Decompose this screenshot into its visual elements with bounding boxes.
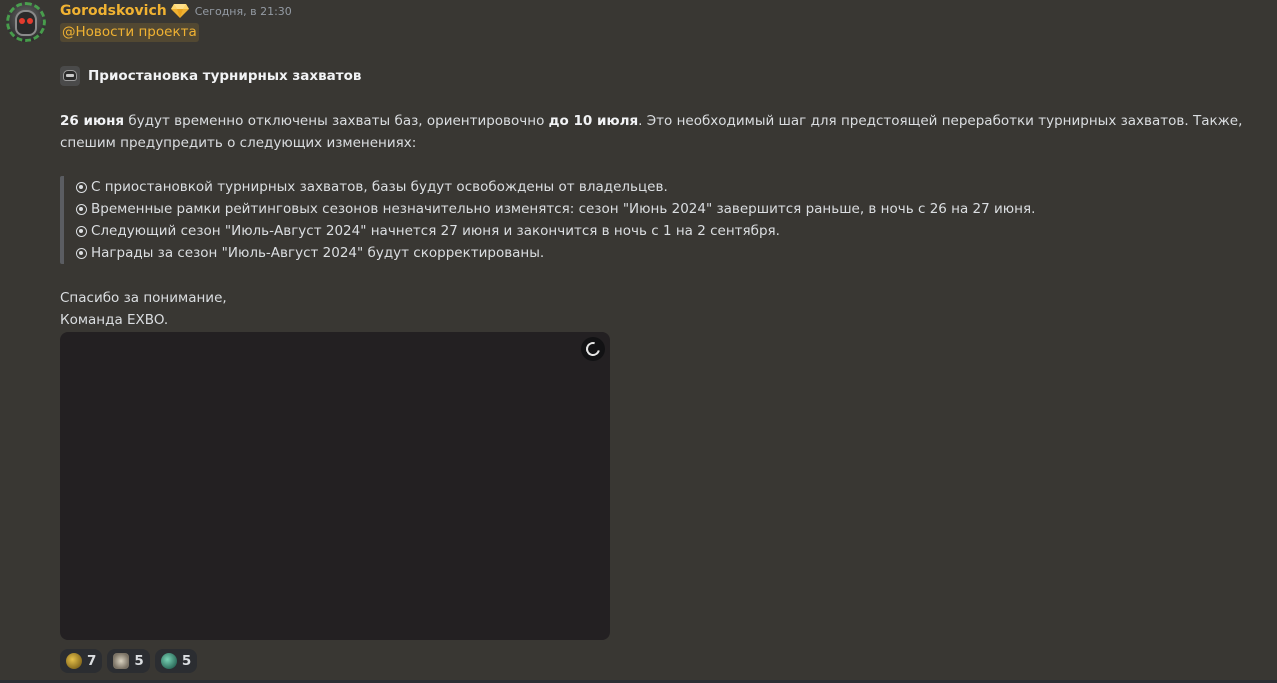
quote-list-item: Награды за сезон "Июль-Август 2024" буду… (76, 242, 1160, 264)
announcement-paragraph: 26 июня будут временно отключены захваты… (60, 110, 1270, 154)
reaction-count: 5 (181, 653, 192, 669)
signoff-line-1: Спасибо за понимание, (60, 290, 227, 306)
loading-spinner-icon (583, 339, 603, 359)
signoff-line-2: Команда EXBO. (60, 312, 169, 328)
radio-bullet-icon (76, 247, 87, 259)
quote-list-item: Следующий сезон "Июль-Август 2024" начне… (76, 220, 1160, 242)
green-helmet-emoji-icon (160, 653, 177, 669)
chat-message: Gorodskovich Сегодня, в 21:30 @Новости п… (0, 0, 1277, 683)
heading-text: Приостановка турнирных захватов (88, 68, 362, 84)
quote-item-text: С приостановкой турнирных захватов, базы… (91, 179, 668, 195)
yellow-helmet-emoji-icon (66, 653, 82, 669)
handshake-emoji-icon (113, 653, 130, 669)
bold-until-date: до 10 июля (548, 113, 639, 129)
reactions-bar: 7 5 5 (60, 649, 198, 673)
gem-icon (170, 4, 189, 18)
paragraph-text-1: будут временно отключены захваты баз, ор… (124, 113, 549, 129)
quote-item-text: Временные рамки рейтинговых сезонов незн… (91, 201, 1036, 217)
quote-item-text: Следующий сезон "Июль-Август 2024" начне… (91, 223, 780, 239)
quote-list-item: С приостановкой турнирных захватов, базы… (76, 176, 1160, 198)
image-attachment[interactable] (60, 332, 610, 640)
message-timestamp: Сегодня, в 21:30 (194, 4, 292, 18)
block-quote: С приостановкой турнирных захватов, базы… (60, 176, 1160, 264)
attachment-loading-badge (581, 337, 605, 361)
radio-bullet-icon (76, 203, 87, 215)
quote-item-text: Награды за сезон "Июль-Август 2024" буду… (91, 245, 545, 261)
message-header: Gorodskovich Сегодня, в 21:30 (60, 2, 292, 20)
announcement-heading: Приостановка турнирных захватов (60, 66, 361, 86)
reaction-count: 7 (87, 653, 97, 669)
reaction-green-helmet[interactable]: 5 (154, 649, 198, 673)
bold-date: 26 июня (60, 113, 125, 129)
helmet-icon (60, 66, 80, 86)
author-avatar[interactable] (6, 2, 46, 42)
role-mention[interactable]: @Новости проекта (60, 23, 199, 42)
reaction-handshake[interactable]: 5 (107, 649, 150, 673)
quote-list-item: Временные рамки рейтинговых сезонов незн… (76, 198, 1160, 220)
radio-bullet-icon (76, 225, 87, 237)
author-username[interactable]: Gorodskovich (60, 3, 167, 19)
signoff: Спасибо за понимание, Команда EXBO. (60, 287, 227, 331)
reaction-count: 5 (134, 653, 144, 669)
reaction-yellow-helmet[interactable]: 7 (60, 649, 103, 673)
radio-bullet-icon (76, 181, 87, 193)
